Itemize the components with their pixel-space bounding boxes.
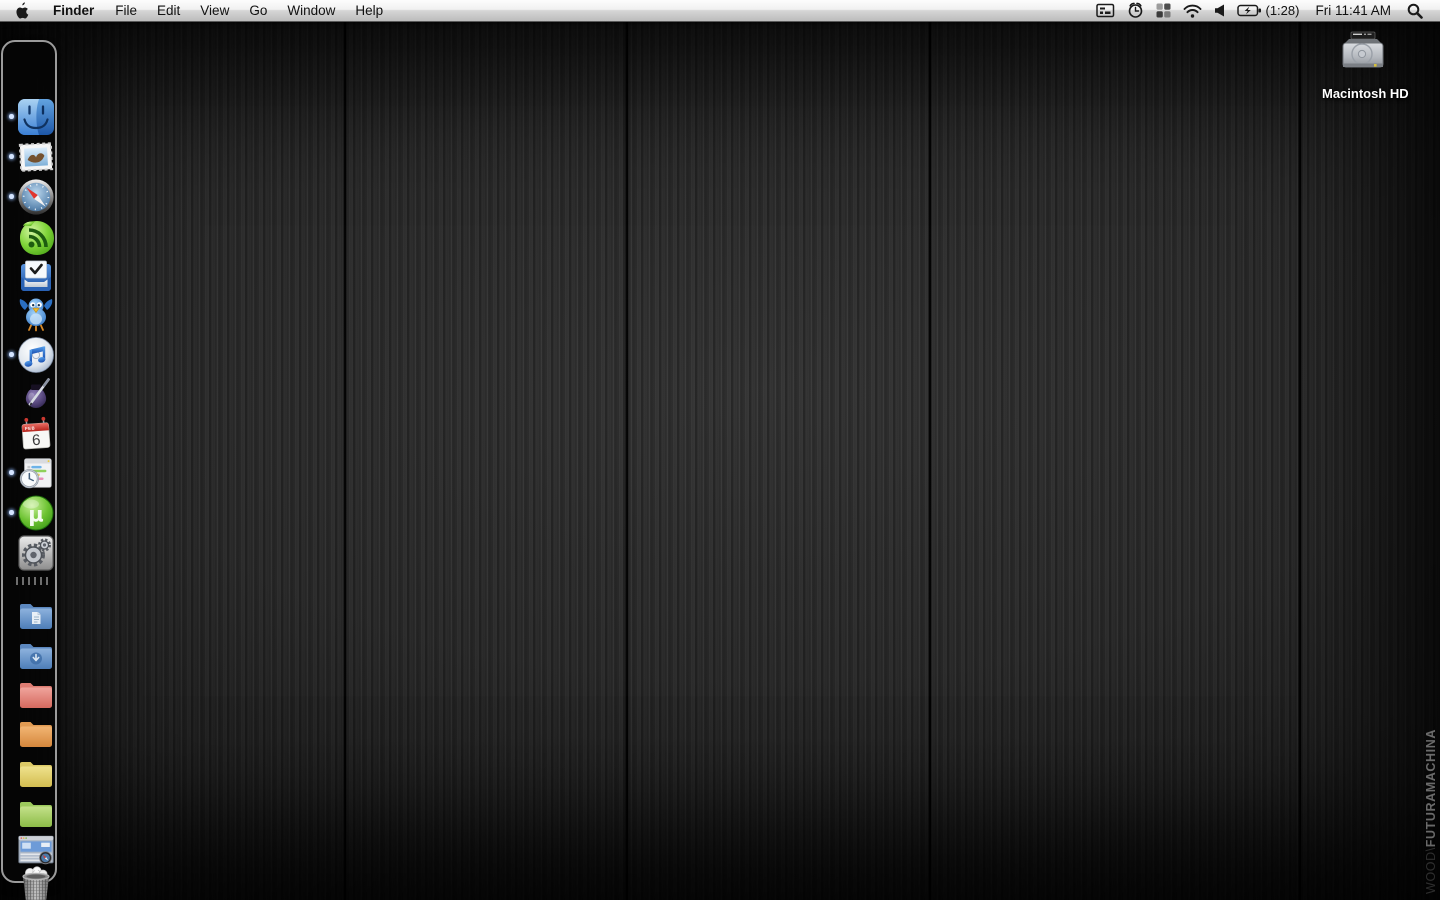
wifi-glyph — [1183, 4, 1202, 18]
dock-finder[interactable] — [17, 98, 55, 136]
running-indicator — [9, 510, 14, 515]
blue-folder-download-icon — [17, 637, 55, 671]
plank-gap — [343, 22, 347, 900]
menu-finder[interactable]: Finder — [42, 0, 105, 22]
dock-orange-folder[interactable] — [17, 713, 55, 751]
finder-icon — [17, 98, 55, 136]
inbox-checkbox-icon — [17, 257, 55, 295]
dock-green-folder[interactable] — [17, 793, 55, 831]
mail-stamp-icon — [17, 138, 55, 176]
menu-help[interactable]: Help — [345, 0, 393, 22]
dock: FEB 6 — [1, 40, 57, 883]
menu-bar-extras: (1:28) Fri 11:41 AM — [1090, 0, 1440, 22]
apple-logo-icon — [14, 2, 29, 20]
cd-music-note-icon — [17, 336, 55, 374]
dock-yellow-folder[interactable] — [17, 753, 55, 791]
svg-text:FEB: FEB — [25, 425, 35, 431]
clock-window-icon — [17, 453, 55, 493]
menu-bar: Finder File Edit View Go Window Help — [0, 0, 1440, 22]
safari-compass-icon — [17, 177, 55, 217]
dock-itunes[interactable] — [17, 336, 55, 374]
dock-things[interactable] — [17, 257, 55, 295]
dock-trash-full[interactable] — [17, 868, 55, 900]
alarm-clock-glyph — [1127, 2, 1144, 19]
dock-minimized-safari-window[interactable] — [17, 831, 55, 869]
volume-icon[interactable] — [1208, 0, 1231, 22]
blue-bird-icon — [17, 294, 55, 332]
orange-folder-icon — [17, 715, 55, 749]
alarm-clock-icon[interactable] — [1121, 0, 1150, 22]
menu-file[interactable]: File — [105, 0, 147, 22]
green-mu-icon: µ — [17, 494, 55, 532]
green-rss-icon — [17, 219, 55, 257]
watermark-name: FUTURAMACHINA — [1424, 729, 1438, 847]
menu-edit[interactable]: Edit — [147, 0, 190, 22]
grid-icon[interactable] — [1150, 0, 1177, 22]
running-indicator — [9, 114, 14, 119]
plank-gap — [625, 22, 629, 900]
dock-inkwell-app[interactable] — [17, 375, 55, 413]
spotlight-glyph — [1407, 3, 1423, 19]
menu-window[interactable]: Window — [277, 0, 345, 22]
vignette — [0, 22, 1440, 900]
inkwell-pen-icon — [17, 375, 55, 413]
running-indicator — [9, 352, 14, 357]
blue-folder-document-icon — [17, 597, 55, 631]
hd-label: Macintosh HD — [1322, 86, 1402, 101]
trash-full-icon — [17, 866, 55, 900]
dock-rss-reader[interactable] — [17, 219, 55, 257]
wood-wallpaper — [0, 22, 1440, 900]
plank-gap — [928, 22, 932, 900]
macintosh-hd-desktop-icon[interactable]: Macintosh HD — [1322, 30, 1402, 101]
dock-time-tracker[interactable] — [17, 454, 55, 492]
grid-glyph — [1156, 3, 1171, 18]
dock-downloads-folder[interactable] — [17, 635, 55, 673]
dock-documents-folder[interactable] — [17, 595, 55, 633]
running-indicator — [9, 194, 14, 199]
yellow-folder-icon — [17, 755, 55, 789]
gears-icon — [17, 534, 55, 572]
svg-text:6: 6 — [32, 432, 42, 450]
dock-safari[interactable] — [17, 178, 55, 216]
red-folder-icon — [17, 676, 55, 710]
battery-time-remaining: (1:28) — [1266, 3, 1300, 18]
green-folder-icon — [17, 795, 55, 829]
dock-twitterrific[interactable] — [17, 294, 55, 332]
dock-mail[interactable] — [17, 138, 55, 176]
calendar-feb-6-icon: FEB 6 — [17, 414, 55, 454]
dock-utorrent[interactable]: µ — [17, 494, 55, 532]
menu-view[interactable]: View — [190, 0, 239, 22]
input-menu-icon[interactable] — [1090, 0, 1121, 22]
battery-charging-icon — [1237, 4, 1262, 17]
plank-gap — [1298, 22, 1302, 900]
running-indicator — [9, 154, 14, 159]
hard-drive-icon — [1336, 30, 1388, 78]
dock-red-folder[interactable] — [17, 674, 55, 712]
menu-bar-clock[interactable]: Fri 11:41 AM — [1305, 3, 1399, 18]
input-menu-glyph — [1096, 3, 1115, 18]
dock-separator — [14, 577, 48, 585]
volume-glyph — [1214, 4, 1225, 17]
menu-go[interactable]: Go — [239, 0, 277, 22]
wifi-icon[interactable] — [1177, 0, 1208, 22]
svg-text:µ: µ — [28, 503, 43, 527]
dock-ical[interactable]: FEB 6 — [17, 415, 55, 453]
dock-system-preferences[interactable] — [17, 534, 55, 572]
apple-menu[interactable] — [0, 0, 42, 22]
watermark-prefix: WOOD\ — [1424, 847, 1438, 894]
battery-menu[interactable]: (1:28) — [1231, 3, 1306, 18]
wallpaper-watermark: WOOD\FUTURAMACHINA — [1424, 729, 1438, 894]
spotlight-icon[interactable] — [1399, 3, 1425, 19]
running-indicator — [9, 470, 14, 475]
desktop-screen: WOOD\FUTURAMACHINA Finder File Edit View… — [0, 0, 1440, 900]
window-thumbnail-icon — [17, 831, 55, 869]
